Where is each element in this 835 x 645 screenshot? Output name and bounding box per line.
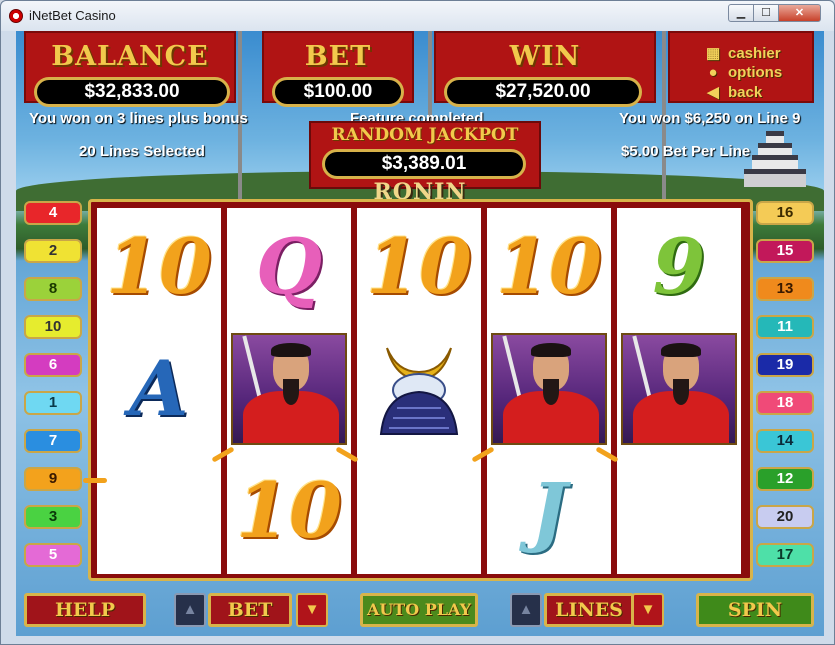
up-arrow-icon: ▲ (518, 601, 534, 618)
reel-1-symbol-1: 10 (106, 222, 212, 311)
maximize-button[interactable]: ☐ (753, 4, 779, 22)
line-button[interactable]: 19 (756, 353, 814, 377)
cashier-link[interactable]: ▦ cashier (706, 44, 781, 62)
balance-value: $32,833.00 (34, 77, 230, 107)
line-button[interactable]: 17 (756, 543, 814, 567)
line-button[interactable]: 11 (756, 315, 814, 339)
title-bar: iNetBet Casino ▁ ☐ ✕ (1, 1, 834, 31)
win-value: $27,520.00 (444, 77, 642, 107)
minimize-button[interactable]: ▁ (728, 4, 754, 22)
reel-5-samurai-symbol (617, 330, 741, 448)
line-button[interactable]: 5 (24, 543, 82, 567)
up-arrow-icon: ▲ (182, 601, 198, 618)
options-link[interactable]: ● options (706, 64, 782, 81)
window-title: iNetBet Casino (29, 8, 116, 23)
samurai-helmet-icon (379, 347, 459, 435)
line-button[interactable]: 8 (24, 277, 82, 301)
reel-4-samurai-symbol (487, 330, 611, 448)
line-button[interactable]: 13 (756, 277, 814, 301)
lines-selected-message: 20 Lines Selected (79, 143, 205, 160)
back-arrow-icon: ◀ (707, 84, 719, 101)
reel-area: 10 A Q 10 10 10 J 9 (83, 199, 753, 581)
down-arrow-icon: ▼ (640, 601, 656, 618)
line-button[interactable]: 2 (24, 239, 82, 263)
payline-segment (83, 478, 107, 483)
bet-button[interactable]: BET (208, 593, 292, 627)
reel-5-symbol-1: 9 (652, 222, 706, 311)
reel-1-symbol-3 (97, 452, 221, 570)
reel-1: 10 A (97, 208, 221, 574)
line-button[interactable]: 3 (24, 505, 82, 529)
line-win-message: You won $6,250 on Line 9 (619, 110, 801, 127)
bet-per-line-message: $5.00 Bet Per Line (621, 143, 751, 160)
line-button[interactable]: 18 (756, 391, 814, 415)
line-button[interactable]: 9 (24, 467, 82, 491)
back-link[interactable]: ◀ back (706, 83, 762, 101)
options-icon: ● (708, 64, 718, 81)
balance-caption: BALANCE (51, 41, 209, 72)
samurai-icon (231, 333, 347, 445)
reel-4-symbol-3: J (531, 466, 567, 555)
slot-game: BALANCE $32,833.00 BET $100.00 WIN $27,5… (16, 31, 824, 636)
reel-3-helmet-symbol (357, 330, 481, 448)
line-button[interactable]: 16 (756, 201, 814, 225)
line-button[interactable]: 12 (756, 467, 814, 491)
bet-value: $100.00 (272, 77, 404, 107)
lines-won-message: You won on 3 lines plus bonus (29, 110, 248, 127)
cashier-icon: ▦ (706, 45, 721, 62)
line-button[interactable]: 7 (24, 429, 82, 453)
autoplay-button[interactable]: AUTO PLAY (360, 593, 478, 627)
line-button[interactable]: 10 (24, 315, 82, 339)
reel-1-symbol-2: A (129, 344, 189, 433)
lines-increase-button[interactable]: ▼ (632, 593, 664, 627)
reel-3-symbol-3 (357, 452, 481, 570)
spin-button[interactable]: SPIN (696, 593, 814, 627)
line-button[interactable]: 1 (24, 391, 82, 415)
bet-decrease-button[interactable]: ▲ (174, 593, 206, 627)
bet-caption: BET (304, 41, 372, 72)
close-button[interactable]: ✕ (778, 4, 821, 22)
reel-4: 10 J (487, 208, 611, 574)
app-window: iNetBet Casino ▁ ☐ ✕ BALANCE $32,833.00 … (0, 0, 835, 645)
down-arrow-icon: ▼ (304, 601, 320, 618)
win-caption: WIN (509, 41, 581, 72)
reel-5-symbol-3 (617, 452, 741, 570)
line-button[interactable]: 20 (756, 505, 814, 529)
reel-2: Q 10 (227, 208, 351, 574)
line-button[interactable]: 4 (24, 201, 82, 225)
line-button[interactable]: 15 (756, 239, 814, 263)
jackpot-value: $3,389.01 (322, 149, 526, 179)
reel-3: 10 (357, 208, 481, 574)
help-button[interactable]: HELP (24, 593, 146, 627)
samurai-icon (491, 333, 607, 445)
reel-4-symbol-1: 10 (496, 222, 602, 311)
casino-logo-icon (9, 9, 23, 23)
bet-increase-button[interactable]: ▼ (296, 593, 328, 627)
jackpot-caption: RANDOM JACKPOT (331, 125, 519, 145)
line-button[interactable]: 14 (756, 429, 814, 453)
reel-2-symbol-3: 10 (236, 466, 342, 555)
samurai-icon (621, 333, 737, 445)
reel-5: 9 (617, 208, 741, 574)
lines-button[interactable]: LINES (544, 593, 634, 627)
lines-decrease-button[interactable]: ▲ (510, 593, 542, 627)
castle-illustration (744, 131, 806, 187)
reel-2-samurai-symbol (227, 330, 351, 448)
line-button[interactable]: 6 (24, 353, 82, 377)
reel-2-symbol-1: Q (255, 222, 323, 311)
reel-3-symbol-1: 10 (366, 222, 472, 311)
